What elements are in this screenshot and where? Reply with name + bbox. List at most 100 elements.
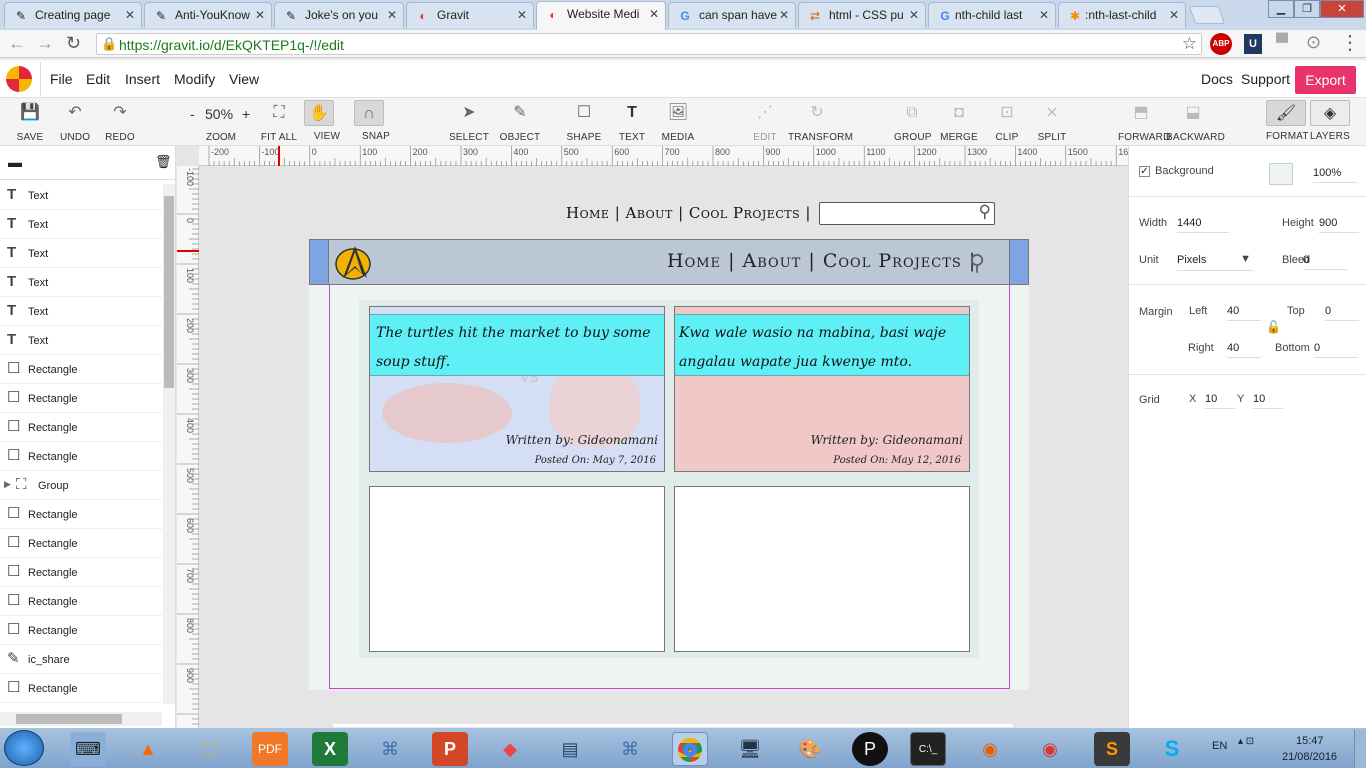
skype-icon[interactable]: S <box>1154 732 1190 766</box>
layer-item[interactable]: ☐ Rectangle <box>0 616 162 645</box>
app-icon[interactable]: ▤ <box>552 732 588 766</box>
close-icon[interactable]: ✕ <box>387 8 397 22</box>
grid-x-input[interactable]: 10 <box>1205 393 1235 409</box>
export-button[interactable]: Export <box>1295 66 1356 94</box>
fit-all-button[interactable]: ⛶ FIT ALL <box>260 100 298 143</box>
support-link[interactable]: Support <box>1241 71 1290 87</box>
chrome-icon[interactable] <box>672 732 708 766</box>
browser-tab[interactable]: ✎ Creating page ✕ <box>4 2 142 28</box>
close-icon[interactable]: ✕ <box>779 8 789 22</box>
new-tab-button[interactable] <box>1188 6 1226 24</box>
unit-select[interactable]: Pixels ▼ <box>1177 253 1253 271</box>
shape-button[interactable]: ☐ SHAPE <box>564 100 604 143</box>
layer-item[interactable]: ☐ Rectangle <box>0 384 162 413</box>
pdf-app-icon[interactable]: PDF <box>252 732 288 766</box>
start-button[interactable] <box>4 730 44 766</box>
margin-right-input[interactable]: 40 <box>1227 342 1261 358</box>
close-icon[interactable]: ✕ <box>1039 8 1049 22</box>
nav-main-home[interactable]: Home <box>667 250 721 272</box>
margin-top-input[interactable]: 0 <box>1325 305 1359 321</box>
browser-tab[interactable]: ✎ Anti-YouKnow ✕ <box>144 2 272 28</box>
nav-small-projects[interactable]: Cool Projects <box>689 204 800 222</box>
show-desktop-button[interactable] <box>1354 730 1366 768</box>
close-icon[interactable]: ✕ <box>255 8 265 22</box>
browser-tab[interactable]: ◐ Gravit ✕ <box>406 2 534 28</box>
scrollbar-thumb[interactable] <box>16 714 122 724</box>
merge-button[interactable]: ◘ MERGE <box>940 100 978 143</box>
nav-main-about[interactable]: About <box>743 250 802 272</box>
layers-button[interactable]: ◈ LAYERS <box>1310 100 1350 142</box>
layer-item[interactable]: ☐ Rectangle <box>0 674 162 703</box>
format-button[interactable]: 🖌 FORMAT <box>1266 100 1308 142</box>
article-card-empty[interactable] <box>369 486 665 652</box>
folder-icon[interactable]: ▬ <box>8 154 22 170</box>
layer-item[interactable]: T Text <box>0 210 162 239</box>
backward-button[interactable]: ⬓ BACKWARD <box>1166 100 1225 143</box>
network-app-icon[interactable]: 🖥 <box>732 732 768 766</box>
save-button[interactable]: 💾 SAVE <box>16 100 44 143</box>
zoom-in-button[interactable]: + <box>242 106 250 122</box>
layer-item[interactable]: ☐ Rectangle <box>0 529 162 558</box>
close-icon[interactable]: ✕ <box>909 8 919 22</box>
menu-view[interactable]: View <box>229 71 259 87</box>
powerpoint-icon[interactable]: P <box>432 732 468 766</box>
browser-tab-active[interactable]: ◐ Website Medi ✕ <box>536 1 666 30</box>
close-icon[interactable]: ✕ <box>517 8 527 22</box>
background-color-swatch[interactable] <box>1269 163 1293 185</box>
nav-small-about[interactable]: About <box>626 204 673 222</box>
bookmark-star-icon[interactable]: ☆ <box>1182 34 1197 54</box>
zoom-out-button[interactable]: - <box>190 106 195 122</box>
layer-item[interactable]: T Text <box>0 268 162 297</box>
layer-item[interactable]: ☐ Rectangle <box>0 413 162 442</box>
search-icon[interactable]: ⚲ <box>969 250 985 276</box>
extension-icon[interactable]: U <box>1244 34 1262 54</box>
grid-y-input[interactable]: 10 <box>1253 393 1283 409</box>
maximize-button[interactable]: ❐ <box>1294 0 1320 18</box>
canvas[interactable]: -200 -100 0 100 200 300 400 500 600 700 800 900 1000… <box>177 146 1128 728</box>
sublime-icon[interactable]: S <box>1094 732 1130 766</box>
clock-time[interactable]: 15:47 <box>1296 735 1324 747</box>
chrome-menu-icon[interactable]: ⋮ <box>1340 30 1360 55</box>
close-window-button[interactable]: ✕ <box>1320 0 1364 18</box>
menu-modify[interactable]: Modify <box>174 71 215 87</box>
close-icon[interactable]: ✕ <box>1169 8 1179 22</box>
tray-icons[interactable]: ▴ ⊡ <box>1238 736 1254 747</box>
browser-icon[interactable]: ◉ <box>1032 732 1068 766</box>
terminal-icon[interactable]: C:\_ <box>910 732 946 766</box>
app-icon[interactable]: ◆ <box>492 732 528 766</box>
design-search-box[interactable]: ⚲ <box>819 202 995 225</box>
forward-button[interactable]: ⬒ FORWARD <box>1118 100 1170 143</box>
height-input[interactable]: 900 <box>1319 217 1359 233</box>
layer-item[interactable]: T Text <box>0 297 162 326</box>
undo-button[interactable]: ↶ UNDO <box>60 100 90 143</box>
bleed-input[interactable]: 0 <box>1303 254 1347 270</box>
paint-icon[interactable]: 🎨 <box>792 732 828 766</box>
firefox-icon[interactable]: ◉ <box>972 732 1008 766</box>
snap-button[interactable]: ∩ SNAP <box>354 100 398 142</box>
margin-left-input[interactable]: 40 <box>1227 305 1261 321</box>
article-card[interactable]: VS The turtles hit the market to buy som… <box>369 306 665 472</box>
browser-tab[interactable]: Gnth-child last ✕ <box>928 2 1056 28</box>
extension-icon[interactable]: ⊙ <box>1306 32 1321 53</box>
text-button[interactable]: T TEXT <box>616 100 648 143</box>
browser-tab[interactable]: ✎ Joke's on you ✕ <box>274 2 404 28</box>
back-icon[interactable]: ← <box>8 33 26 54</box>
browser-tab[interactable]: ✱:nth-last-child ✕ <box>1058 2 1186 28</box>
expand-arrow-icon[interactable]: ▶ <box>4 479 11 490</box>
layer-item[interactable]: T Text <box>0 239 162 268</box>
redo-button[interactable]: ↷ REDO <box>104 100 136 143</box>
adblock-icon[interactable]: ABP <box>1210 33 1232 55</box>
scrollbar[interactable] <box>163 184 175 704</box>
transform-button[interactable]: ↻ TRANSFORM <box>788 100 853 143</box>
menu-edit[interactable]: Edit <box>86 71 110 87</box>
object-button[interactable]: ✎ OBJECT <box>498 100 542 143</box>
close-icon[interactable]: ✕ <box>125 8 135 22</box>
layer-item[interactable]: T Text <box>0 181 162 210</box>
media-button[interactable]: 🖼 MEDIA <box>658 100 698 143</box>
nav-small-home[interactable]: Home <box>566 204 609 222</box>
scrollbar-thumb[interactable] <box>164 196 174 388</box>
article-card[interactable]: Kwa wale wasio na mabina, basi waje anga… <box>674 306 970 472</box>
minimize-button[interactable]: ▁ <box>1268 0 1294 18</box>
python-icon[interactable]: ⌘ <box>612 732 648 766</box>
lock-icon[interactable]: 🔓 <box>1266 320 1281 334</box>
